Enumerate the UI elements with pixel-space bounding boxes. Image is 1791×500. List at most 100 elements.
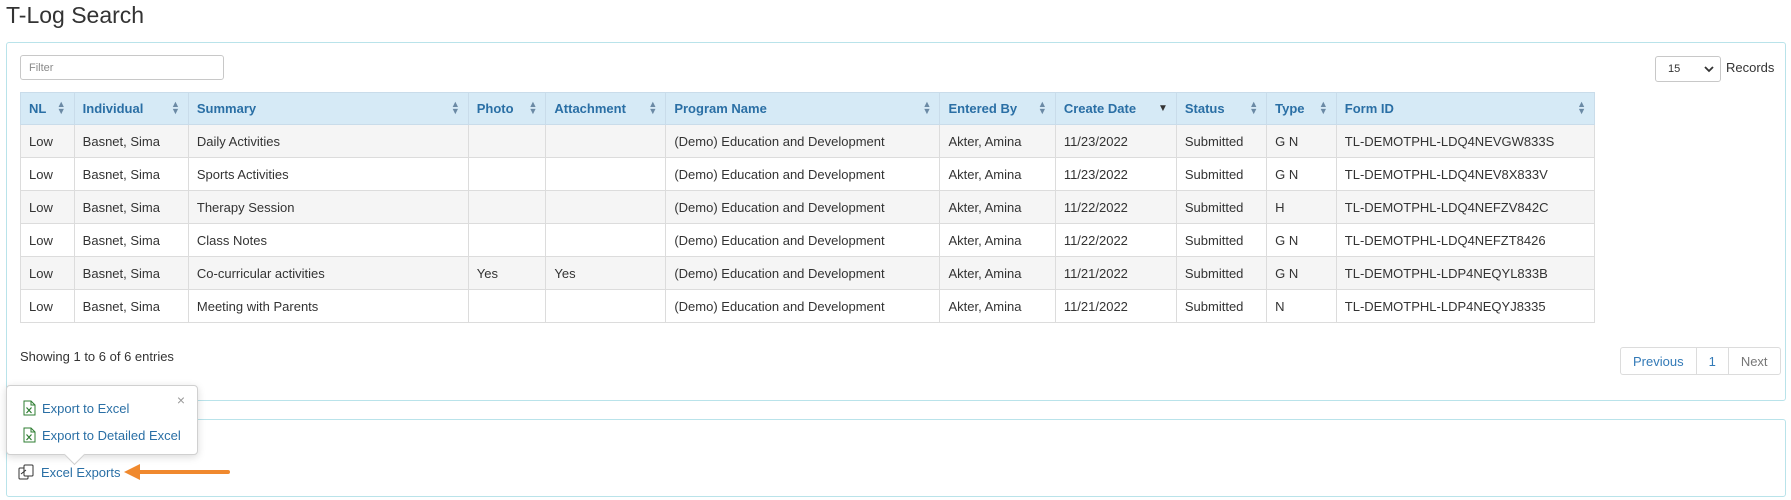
table-cell bbox=[467, 190, 547, 224]
table-row[interactable]: Low Basnet, Sima Therapy Session (Demo) Edu… bbox=[20, 190, 1596, 224]
sort-icon: ▲ ▼ bbox=[1037, 99, 1047, 116]
column-header[interactable]: Create Date ▼ bbox=[1054, 92, 1177, 125]
table-cell: Submitted bbox=[1175, 256, 1268, 290]
excel-file-icon bbox=[23, 427, 36, 443]
table-cell: Daily Activities bbox=[187, 124, 469, 158]
table-cell bbox=[467, 157, 547, 191]
excel-file-icon bbox=[23, 400, 36, 416]
export-to-excel-label: Export to Excel bbox=[42, 400, 130, 416]
table-cell: Yes bbox=[467, 256, 547, 290]
column-header[interactable]: Attachment ▲ ▼ bbox=[545, 92, 667, 125]
exports-panel bbox=[6, 419, 1786, 497]
table-cell: Therapy Session bbox=[187, 190, 469, 224]
column-label: Entered By bbox=[948, 101, 1018, 116]
table-row[interactable]: Low Basnet, Sima Meeting with Parents (Demo… bbox=[20, 289, 1596, 323]
records-select-value: 15 bbox=[1668, 63, 1681, 75]
table-cell bbox=[467, 289, 547, 323]
page-title: T-Log Search bbox=[6, 2, 145, 28]
table-row[interactable]: Low Basnet, Sima Daily Activities (Demo) Ed… bbox=[20, 124, 1596, 158]
column-header[interactable]: Individual ▲ ▼ bbox=[73, 92, 189, 125]
table-cell: Low bbox=[20, 157, 75, 191]
records-per-page-select[interactable]: 15 bbox=[1655, 56, 1721, 82]
table-cell: Yes bbox=[545, 256, 667, 290]
table-cell: G N bbox=[1266, 124, 1337, 158]
sort-icon: ▲ ▼ bbox=[648, 99, 658, 116]
table-cell: TL-DEMOTPHL-LDP4NEQYL833B bbox=[1335, 256, 1596, 290]
table-cell: TL-DEMOTPHL-LDQ4NEFZT8426 bbox=[1335, 223, 1596, 257]
excel-exports-button[interactable]: Excel Exports bbox=[18, 464, 120, 480]
table-cell: Sports Activities bbox=[187, 157, 469, 191]
table-cell: 11/22/2022 bbox=[1054, 223, 1177, 257]
table-cell: (Demo) Education and Development bbox=[665, 289, 941, 323]
sort-icon: ▲ ▼ bbox=[450, 99, 460, 116]
table-header-row: NL ▲ ▼ Individual ▲ ▼ Summary ▲ ▼ Photo ▲ ▼ Atta… bbox=[20, 92, 1596, 125]
column-header[interactable]: Status ▲ ▼ bbox=[1175, 92, 1268, 125]
search-results-panel: 15 Records NL ▲▼ Individual ▲▼ Summary ▲▼ P… bbox=[6, 42, 1786, 401]
table-cell: (Demo) Education and Development bbox=[665, 190, 941, 224]
sort-icon: ▲ ▼ bbox=[1577, 99, 1586, 116]
table-row[interactable]: Low Basnet, Sima Class Notes (Demo) Educati… bbox=[20, 223, 1596, 257]
page-1-button[interactable]: 1 bbox=[1695, 347, 1729, 375]
table-cell bbox=[545, 190, 667, 224]
table-cell: TL-DEMOTPHL-LDQ4NEV8X833V bbox=[1335, 157, 1596, 191]
export-to-detailed-excel-label: Export to Detailed Excel bbox=[42, 427, 181, 443]
table-cell: Akter, Amina bbox=[939, 289, 1056, 323]
pagination: Previous 1 Next bbox=[1620, 347, 1781, 375]
table-cell: Akter, Amina bbox=[939, 190, 1056, 224]
table-cell: 11/21/2022 bbox=[1054, 256, 1177, 290]
table-cell bbox=[467, 124, 547, 158]
table-cell: Akter, Amina bbox=[939, 223, 1056, 257]
sort-icon: ▲ ▼ bbox=[528, 99, 538, 116]
chevron-down-icon bbox=[1704, 62, 1714, 79]
previous-page-button[interactable]: Previous bbox=[1620, 347, 1697, 375]
column-label: Attachment bbox=[554, 101, 626, 116]
table-cell: 11/21/2022 bbox=[1054, 289, 1177, 323]
table-row[interactable]: Low Basnet, Sima Co-curricular activities Y… bbox=[20, 256, 1596, 290]
table-cell: Submitted bbox=[1175, 124, 1268, 158]
table-cell: Basnet, Sima bbox=[73, 124, 189, 158]
table-cell: Low bbox=[20, 223, 75, 257]
column-header[interactable]: Photo ▲ ▼ bbox=[467, 92, 547, 125]
table-cell: G N bbox=[1266, 256, 1337, 290]
column-header[interactable]: Summary ▲ ▼ bbox=[187, 92, 469, 125]
table-cell: (Demo) Education and Development bbox=[665, 157, 941, 191]
column-label: Individual bbox=[82, 101, 144, 116]
table-cell: Basnet, Sima bbox=[73, 289, 189, 323]
column-header[interactable]: NL ▲ ▼ bbox=[20, 92, 75, 125]
table-cell: TL-DEMOTPHL-LDP4NEQYJ8335 bbox=[1335, 289, 1596, 323]
close-icon[interactable]: × bbox=[177, 392, 185, 408]
table-cell: (Demo) Education and Development bbox=[665, 256, 941, 290]
table-cell: (Demo) Education and Development bbox=[665, 223, 941, 257]
table-row[interactable]: Low Basnet, Sima Sports Activities (Demo) E… bbox=[20, 157, 1596, 191]
table-cell: Submitted bbox=[1175, 157, 1268, 191]
column-label: NL bbox=[29, 101, 47, 116]
table-cell: 11/23/2022 bbox=[1054, 124, 1177, 158]
table-cell bbox=[545, 289, 667, 323]
sort-icon: ▲ ▼ bbox=[922, 99, 932, 116]
table-cell: Akter, Amina bbox=[939, 157, 1056, 191]
table-cell: Low bbox=[20, 190, 75, 224]
export-to-excel-link[interactable]: Export to Excel bbox=[23, 400, 129, 416]
next-page-button[interactable]: Next bbox=[1727, 347, 1781, 375]
column-header[interactable]: Program Name ▲ ▼ bbox=[665, 92, 941, 125]
sort-desc-icon: ▼ bbox=[1157, 103, 1168, 114]
excel-exports-label: Excel Exports bbox=[41, 464, 121, 480]
filter-input[interactable] bbox=[20, 55, 224, 80]
table-cell: Akter, Amina bbox=[939, 256, 1056, 290]
column-header[interactable]: Entered By ▲ ▼ bbox=[939, 92, 1056, 125]
sort-icon: ▲ ▼ bbox=[1318, 99, 1328, 116]
table-cell: Low bbox=[20, 256, 75, 290]
column-header[interactable]: Type ▲ ▼ bbox=[1266, 92, 1337, 125]
table-cell: Submitted bbox=[1175, 223, 1268, 257]
sort-icon: ▲ ▼ bbox=[1249, 99, 1259, 116]
export-to-detailed-excel-link[interactable]: Export to Detailed Excel bbox=[23, 427, 181, 443]
table-cell: Akter, Amina bbox=[939, 124, 1056, 158]
sort-icon: ▲ ▼ bbox=[56, 99, 66, 116]
table-cell: 11/22/2022 bbox=[1054, 190, 1177, 224]
column-header[interactable]: Form ID ▲ ▼ bbox=[1335, 92, 1596, 125]
column-label: Status bbox=[1184, 101, 1225, 116]
table-cell: 11/23/2022 bbox=[1054, 157, 1177, 191]
table-cell: (Demo) Education and Development bbox=[665, 124, 941, 158]
table-cell: Submitted bbox=[1175, 289, 1268, 323]
table-cell bbox=[545, 223, 667, 257]
